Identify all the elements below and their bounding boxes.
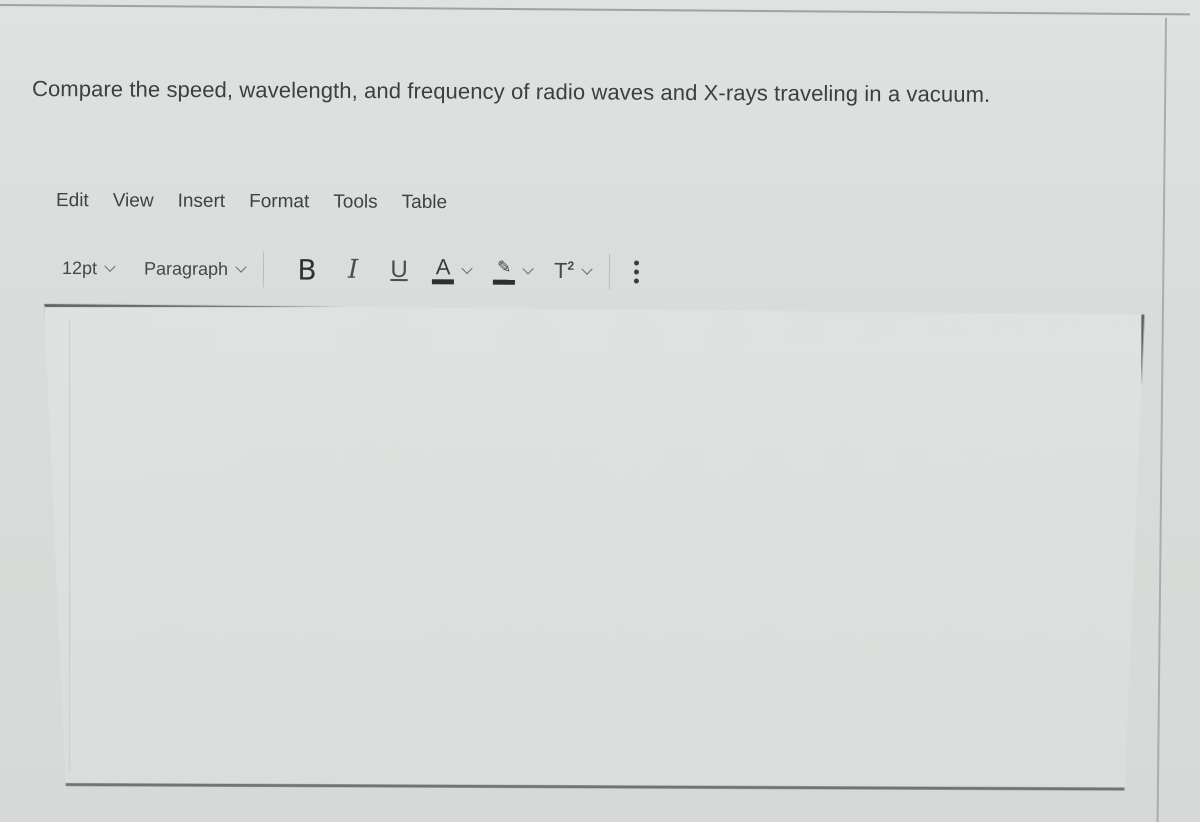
highlight-color-button[interactable]: ✎ — [493, 257, 534, 285]
text-color-button[interactable]: A — [432, 254, 473, 285]
window-right-border — [1156, 17, 1167, 822]
text-color-icon: A — [432, 254, 455, 285]
question-text: Compare the speed, wavelength, and frequ… — [31, 76, 991, 107]
superscript-icon: T2 — [554, 258, 575, 284]
more-vertical-icon — [634, 259, 640, 266]
editor-content-area[interactable] — [69, 319, 1111, 777]
menu-view[interactable]: View — [113, 190, 154, 212]
chevron-down-icon — [104, 260, 116, 272]
rich-text-editor[interactable] — [44, 304, 1144, 791]
highlighter-icon: ✎ — [493, 257, 516, 285]
menu-format[interactable]: Format — [249, 191, 309, 213]
font-size-value: 12pt — [61, 257, 98, 278]
block-format-value: Paragraph — [143, 258, 229, 279]
menu-tools[interactable]: Tools — [333, 191, 377, 213]
menu-edit[interactable]: Edit — [56, 190, 89, 212]
menu-table[interactable]: Table — [402, 192, 448, 214]
bold-button[interactable]: B — [292, 253, 322, 286]
font-size-dropdown[interactable]: 12pt — [61, 257, 116, 279]
chevron-down-icon — [235, 260, 247, 273]
italic-button[interactable]: I — [342, 255, 364, 285]
block-format-dropdown[interactable]: Paragraph — [143, 258, 247, 280]
editor-toolbar: 12pt Paragraph B I U A ✎ T2 — [61, 250, 640, 290]
chevron-down-icon — [522, 262, 534, 275]
window-top-border — [0, 4, 1190, 16]
toolbar-divider — [262, 251, 265, 288]
chevron-down-icon — [461, 262, 473, 274]
menu-insert[interactable]: Insert — [178, 191, 226, 213]
editor-menubar: Edit View Insert Format Tools Table — [56, 190, 447, 214]
toolbar-divider — [609, 253, 611, 290]
more-options-button[interactable] — [634, 259, 640, 284]
superscript-button[interactable]: T2 — [554, 258, 593, 284]
underline-button[interactable]: U — [388, 256, 410, 284]
chevron-down-icon — [581, 263, 593, 275]
